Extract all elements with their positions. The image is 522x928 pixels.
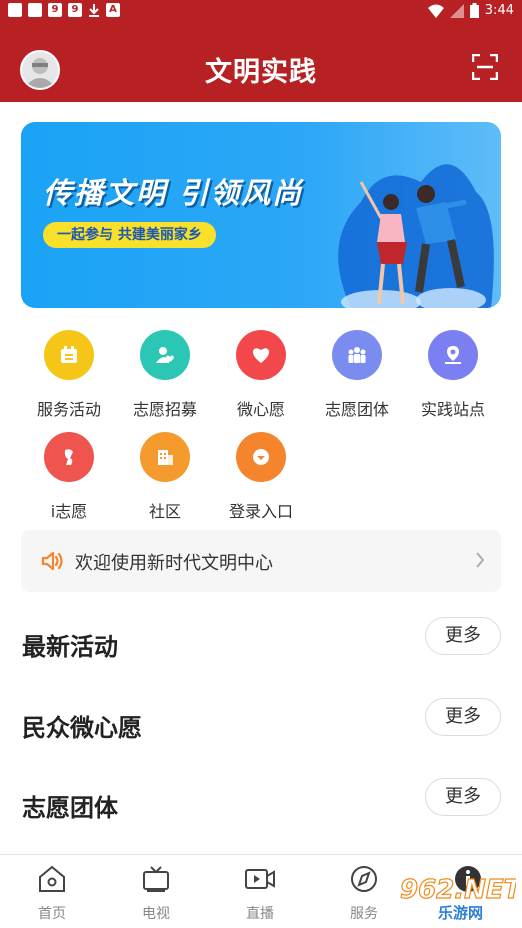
- app-header: 文明实践: [0, 22, 522, 102]
- page-title: 文明实践: [205, 57, 317, 88]
- clock: 3:44: [484, 3, 514, 18]
- section-volunteer-groups: 志愿团体 更多: [0, 778, 522, 838]
- grid-item-service-activity[interactable]: 服务活动: [21, 330, 117, 420]
- grid-label: 社区: [148, 502, 181, 521]
- tab-tv[interactable]: 电视: [116, 865, 196, 923]
- grid-item-volunteer-recruit[interactable]: 志愿招募: [117, 330, 213, 420]
- tab-label: 直播: [246, 906, 274, 922]
- hero-banner[interactable]: 传播文明 引领风尚 一起参与 共建美丽家乡: [21, 122, 501, 308]
- battery-icon: [469, 3, 479, 18]
- speaker-icon: [41, 551, 63, 571]
- svg-text:乐游网: 乐游网: [438, 904, 483, 922]
- grid-label: i志愿: [50, 502, 88, 521]
- app-9-icon: 9: [68, 3, 82, 17]
- tab-home[interactable]: 首页: [12, 865, 92, 923]
- tab-live[interactable]: 直播: [220, 865, 300, 923]
- section-title: 最新活动: [22, 633, 118, 661]
- grid-item-volunteer-group[interactable]: 志愿团体: [309, 330, 405, 420]
- grid-item-practice-site[interactable]: 实践站点: [405, 330, 501, 420]
- compass-icon: [351, 866, 377, 892]
- more-button[interactable]: 更多: [425, 778, 501, 816]
- svg-text:962.NET: 962.NET: [400, 875, 516, 905]
- banner-illustration: [338, 164, 494, 308]
- building-icon: [140, 432, 190, 482]
- wifi-icon: [427, 4, 444, 18]
- more-button[interactable]: 更多: [425, 698, 501, 736]
- grid-label: 实践站点: [420, 400, 485, 419]
- status-bar-notifications: 9 9 A: [8, 3, 120, 17]
- section-title: 志愿团体: [22, 794, 118, 822]
- download-icon: [89, 4, 99, 17]
- tab-label: 服务: [350, 906, 378, 922]
- notice-bar[interactable]: 欢迎使用新时代文明中心: [21, 530, 501, 592]
- more-button[interactable]: 更多: [425, 617, 501, 655]
- tab-label: 首页: [38, 906, 66, 922]
- grid-label: 服务活动: [36, 400, 101, 419]
- live-video-icon: [245, 869, 275, 889]
- scan-icon[interactable]: [472, 54, 498, 80]
- grid-item-community[interactable]: 社区: [117, 432, 213, 522]
- app-9-icon: 9: [48, 3, 62, 17]
- notice-text: 欢迎使用新时代文明中心: [75, 553, 273, 574]
- home-icon: [39, 865, 65, 892]
- location-icon: [428, 330, 478, 380]
- grid-item-i-volunteer[interactable]: i志愿: [21, 432, 117, 522]
- status-bar: 9 9 A 3:44: [0, 0, 522, 22]
- grid-item-micro-wish[interactable]: 微心愿: [213, 330, 309, 420]
- grid-label: 微心愿: [236, 400, 285, 419]
- signal-icon: [449, 3, 464, 18]
- user-heart-icon: [140, 330, 190, 380]
- grid-item-login-entry[interactable]: 登录入口: [213, 432, 309, 522]
- chevron-right-icon: [476, 552, 485, 568]
- banner-subline: 一起参与 共建美丽家乡: [43, 222, 216, 248]
- section-title: 民众微心愿: [22, 714, 142, 742]
- login-icon: [236, 432, 286, 482]
- grid-label: 志愿团体: [324, 400, 389, 419]
- app-a-icon: A: [106, 3, 120, 17]
- section-latest-activities: 最新活动 更多: [0, 617, 522, 677]
- tab-label: 电视: [142, 906, 170, 922]
- tv-icon: [143, 866, 169, 892]
- grid-label: 登录入口: [228, 502, 293, 521]
- notification-icon: [8, 3, 22, 17]
- banner-headline: 传播文明 引领风尚: [43, 176, 304, 210]
- volunteer-icon: [44, 432, 94, 482]
- calendar-icon: [44, 330, 94, 380]
- watermark-logo: 962.NET 乐游网: [398, 868, 522, 922]
- heart-icon: [236, 330, 286, 380]
- tab-service[interactable]: 服务: [324, 865, 404, 923]
- status-bar-system: 3:44: [427, 3, 514, 18]
- section-public-wishes: 民众微心愿 更多: [0, 698, 522, 758]
- group-icon: [332, 330, 382, 380]
- notification-icon: [28, 3, 42, 17]
- grid-label: 志愿招募: [132, 400, 197, 419]
